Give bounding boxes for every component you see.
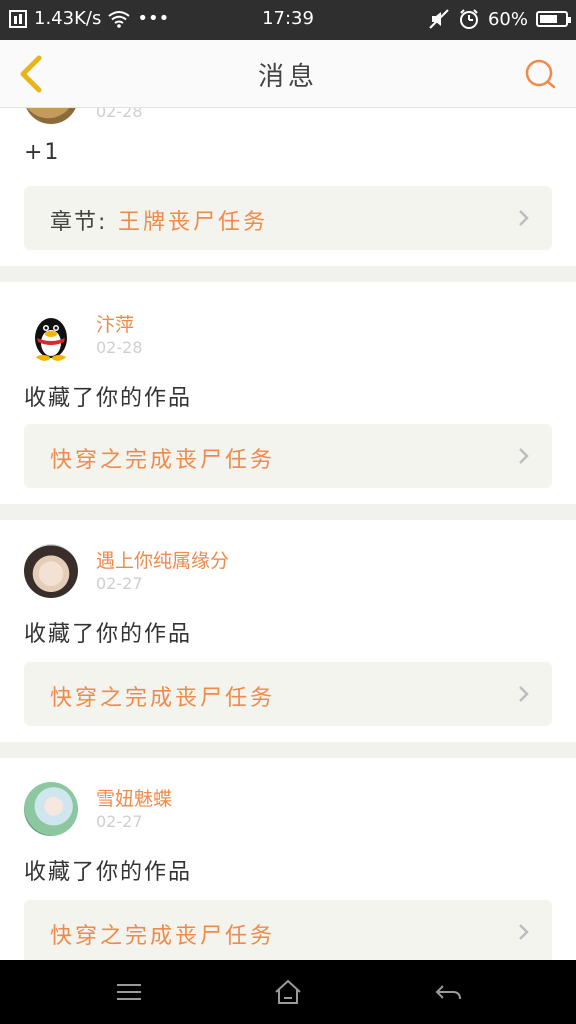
status-bar: 1.43K/s ••• 17:39 60% (0, 0, 576, 40)
chapter-title: 快穿之完成丧尸任务 (50, 448, 276, 473)
avatar[interactable] (24, 108, 78, 124)
message-text: 收藏了你的作品 (24, 860, 193, 885)
chapter-title: 快穿之完成丧尸任务 (50, 686, 276, 711)
chapter-prefix: 章节: (50, 210, 108, 235)
home-icon[interactable] (273, 978, 303, 1006)
message-item: 雪妞魅蝶 02-27 收藏了你的作品 快穿之完成丧尸任务 (0, 758, 576, 960)
chevron-right-icon (519, 448, 529, 464)
chevron-right-icon (519, 924, 529, 940)
search-icon[interactable] (522, 56, 558, 92)
section-divider (0, 266, 576, 282)
section-divider (0, 504, 576, 520)
avatar[interactable] (24, 544, 78, 598)
back-icon[interactable] (433, 978, 463, 1006)
message-text: +1 (24, 140, 61, 165)
message-date: 02-28 (96, 108, 143, 121)
chapter-link[interactable]: 快穿之完成丧尸任务 (24, 662, 552, 726)
mute-icon (429, 9, 449, 29)
system-nav-bar (0, 960, 576, 1024)
user-name[interactable]: 雪妞魅蝶 (96, 784, 172, 811)
message-item: 遇上你纯属缘分 02-27 收藏了你的作品 快穿之完成丧尸任务 (0, 520, 576, 742)
page-title: 消息 (257, 62, 318, 92)
chapter-title: 快穿之完成丧尸任务 (50, 924, 276, 949)
message-item: 汴萍 02-28 收藏了你的作品 快穿之完成丧尸任务 (0, 282, 576, 504)
user-name[interactable]: 汴萍 (96, 310, 134, 337)
chapter-link[interactable]: 章节: 王牌丧尸任务 (24, 186, 552, 250)
nav-bar: 消息 (0, 40, 576, 108)
section-divider (0, 742, 576, 758)
message-date: 02-27 (96, 812, 143, 831)
chapter-title: 王牌丧尸任务 (118, 210, 269, 235)
message-date: 02-28 (96, 338, 143, 357)
chevron-right-icon (519, 686, 529, 702)
menu-icon[interactable] (114, 978, 144, 1006)
message-list[interactable]: 02-28 +1 章节: 王牌丧尸任务 汴萍 02-28 收藏了你的作品 快穿之… (0, 108, 576, 960)
user-name[interactable]: 遇上你纯属缘分 (96, 546, 229, 573)
penguin-avatar-icon (35, 318, 67, 361)
status-right: 60% (428, 8, 571, 30)
avatar[interactable] (24, 308, 78, 362)
message-text: 收藏了你的作品 (24, 622, 193, 647)
avatar[interactable] (24, 782, 78, 836)
alarm-icon (459, 9, 478, 29)
chevron-right-icon (519, 210, 529, 226)
battery-icon (536, 11, 571, 27)
message-item: 02-28 +1 章节: 王牌丧尸任务 (0, 108, 576, 266)
message-text: 收藏了你的作品 (24, 386, 193, 411)
message-date: 02-27 (96, 574, 143, 593)
battery-percent: 60% (487, 8, 528, 30)
chapter-link[interactable]: 快穿之完成丧尸任务 (24, 424, 552, 488)
chapter-link[interactable]: 快穿之完成丧尸任务 (24, 900, 552, 960)
